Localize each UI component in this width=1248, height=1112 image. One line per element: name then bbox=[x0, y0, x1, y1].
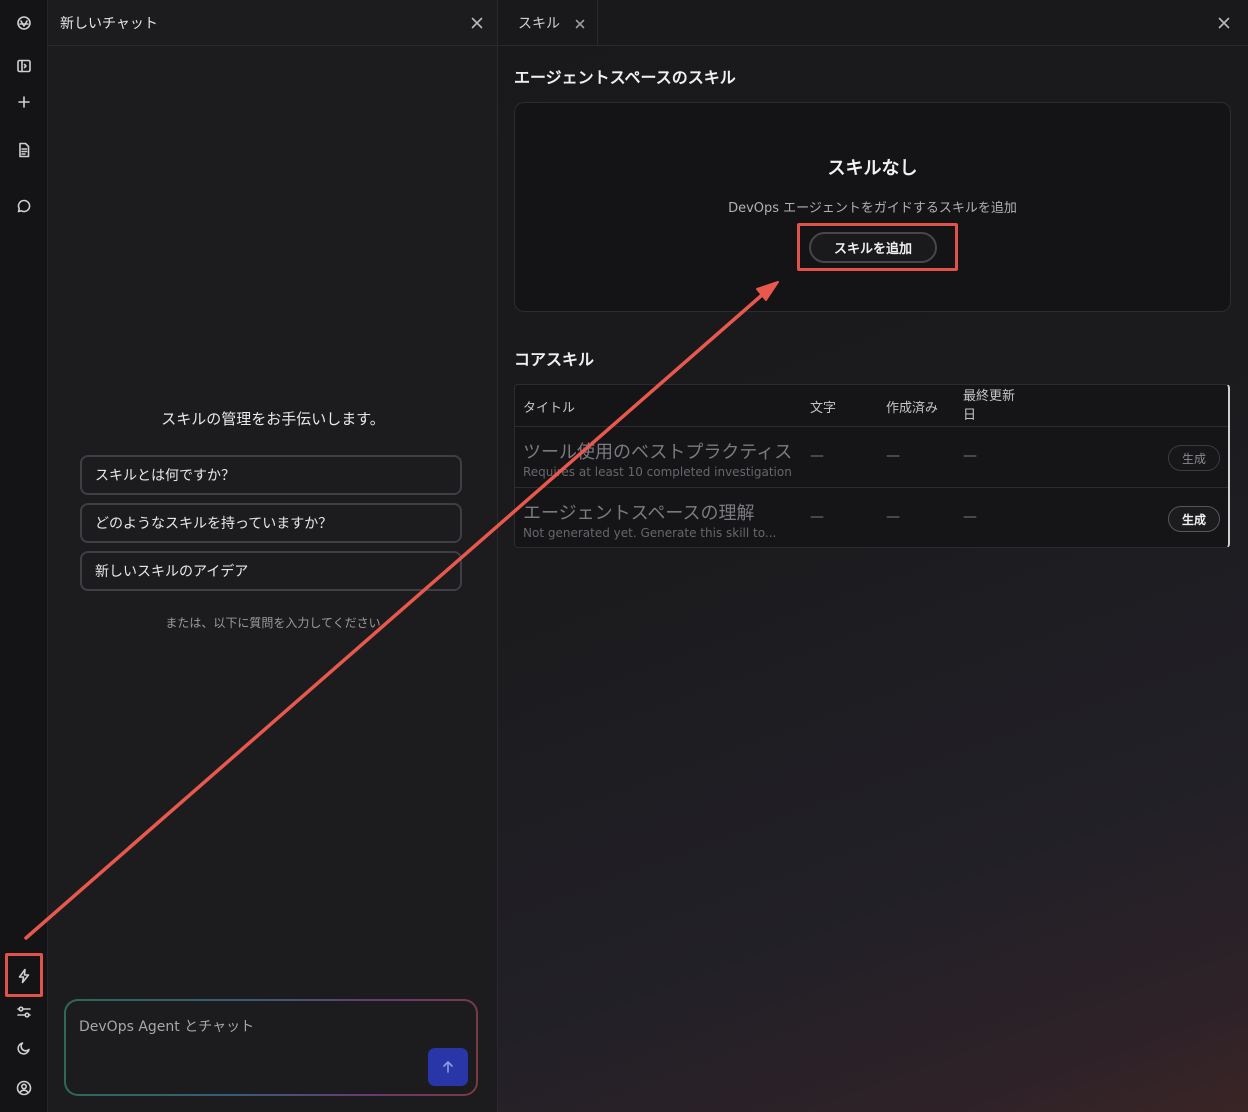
table-row[interactable]: ツール使用のベストプラクティス Requires at least 10 com… bbox=[515, 427, 1228, 488]
chat-input-placeholder: DevOps Agent とチャット bbox=[79, 1019, 255, 1035]
row-created: — bbox=[886, 509, 900, 525]
chat-composer: DevOps Agent とチャット bbox=[64, 999, 478, 1096]
row-subtitle: Requires at least 10 completed investiga… bbox=[523, 465, 791, 479]
logo-icon[interactable] bbox=[12, 11, 36, 35]
chat-title: 新しいチャット bbox=[60, 15, 158, 32]
left-rail bbox=[0, 0, 48, 1112]
suggestion-button[interactable]: どのようなスキルを持っていますか？ bbox=[80, 503, 462, 543]
column-header-chars: 文字 bbox=[810, 401, 837, 416]
panel-close-icon[interactable] bbox=[1216, 15, 1232, 31]
tab-skills-label: スキル bbox=[518, 16, 560, 32]
lightning-highlight-box bbox=[5, 953, 43, 997]
core-skills-heading: コアスキル bbox=[514, 350, 595, 369]
document-icon[interactable] bbox=[12, 138, 36, 162]
moon-icon[interactable] bbox=[12, 1036, 36, 1060]
suggestion-button[interactable]: 新しいスキルのアイデア bbox=[80, 551, 462, 591]
row-updated: — bbox=[963, 509, 977, 525]
column-header-created: 作成済み bbox=[886, 401, 939, 416]
sliders-icon[interactable] bbox=[12, 1000, 36, 1024]
row-created: — bbox=[886, 448, 900, 464]
empty-title: スキルなし bbox=[827, 158, 918, 179]
generate-button[interactable]: 生成 bbox=[1168, 445, 1220, 471]
suggestion-button[interactable]: スキルとは何ですか？ bbox=[80, 455, 462, 495]
row-updated: — bbox=[963, 448, 977, 464]
chat-panel: 新しいチャット スキルの管理をお手伝いします。 スキルとは何ですか？ どのような… bbox=[48, 0, 498, 1112]
core-skills-table: タイトル 文字 作成済み 最終更新日 ツール使用のベストプラクティス Requi… bbox=[514, 384, 1230, 548]
chat-bubble-icon[interactable] bbox=[12, 194, 36, 218]
send-button[interactable] bbox=[428, 1048, 468, 1086]
row-title: エージェントスペースの理解 bbox=[523, 503, 755, 524]
generate-button[interactable]: 生成 bbox=[1168, 506, 1220, 532]
tab-skills[interactable]: スキル bbox=[498, 0, 598, 46]
empty-skills-card: スキルなし DevOps エージェントをガイドするスキルを追加 スキルを追加 bbox=[514, 102, 1231, 312]
row-title: ツール使用のベストプラクティス bbox=[523, 442, 793, 463]
column-header-title: タイトル bbox=[523, 401, 576, 416]
chat-header: 新しいチャット bbox=[48, 0, 497, 46]
close-icon[interactable] bbox=[469, 15, 485, 31]
row-chars: — bbox=[810, 509, 824, 525]
chat-or-hint: または、以下に質問を入力してください bbox=[165, 616, 381, 630]
user-circle-icon[interactable] bbox=[12, 1076, 36, 1100]
add-skill-highlight-box bbox=[797, 223, 958, 271]
arrow-up-icon bbox=[443, 1061, 453, 1073]
column-header-updated: 最終更新日 bbox=[963, 389, 1016, 423]
row-chars: — bbox=[810, 448, 824, 464]
table-header: タイトル 文字 作成済み 最終更新日 bbox=[515, 385, 1228, 427]
empty-description: DevOps エージェントをガイドするスキルを追加 bbox=[728, 201, 1017, 216]
chat-welcome-text: スキルの管理をお手伝いします。 bbox=[161, 410, 385, 428]
tab-bar: スキル bbox=[498, 0, 1248, 46]
skills-panel: スキル エージェントスペースのスキル スキルなし DevOps エージェントをガ… bbox=[498, 0, 1248, 1112]
chat-input[interactable]: DevOps Agent とチャット bbox=[66, 1001, 476, 1094]
row-subtitle: Not generated yet. Generate this skill t… bbox=[523, 526, 777, 540]
table-row[interactable]: エージェントスペースの理解 Not generated yet. Generat… bbox=[515, 488, 1228, 549]
sidebar-toggle-icon[interactable] bbox=[12, 54, 36, 78]
agent-space-skills-heading: エージェントスペースのスキル bbox=[514, 68, 736, 87]
plus-icon[interactable] bbox=[12, 90, 36, 114]
tab-close-icon[interactable] bbox=[575, 17, 587, 29]
